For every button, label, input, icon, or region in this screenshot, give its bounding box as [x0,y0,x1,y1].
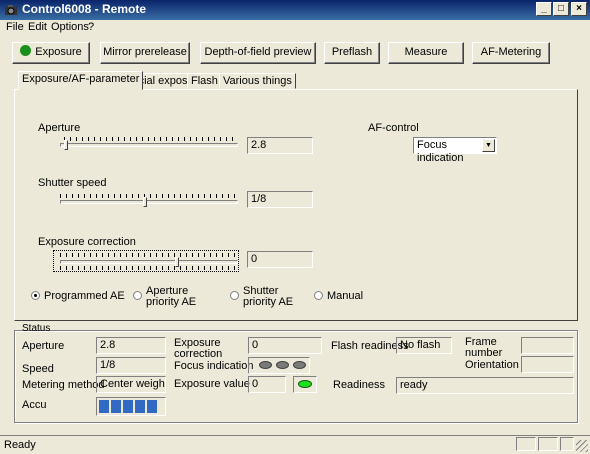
resize-grip[interactable] [576,440,588,452]
status-speed-value: 1/8 [96,357,166,374]
aperture-slider-thumb[interactable] [64,140,68,150]
accu-segment [111,400,121,413]
focus-led-icon [259,361,272,369]
aperture-value: 2.8 [247,137,313,154]
preflash-button[interactable]: Preflash [324,42,380,64]
status-readiness-value: ready [396,377,574,394]
exposure-ok-led-icon [298,380,312,388]
mode-manual-label: Manual [327,290,364,302]
close-button[interactable]: × [571,2,587,16]
status-exposure-correction-value: 0 [248,337,322,354]
menu-help[interactable]: ? [88,21,94,33]
status-metering-label: Metering method [22,379,105,391]
app-icon [5,5,17,15]
menu-file[interactable]: File [6,21,24,33]
menu-edit[interactable]: Edit [28,21,47,33]
mode-shutter-priority-radio[interactable] [230,291,239,300]
close-icon: × [576,3,582,14]
correction-ticks-bottom [60,266,238,270]
focus-led-icon [293,361,306,369]
status-group-label: Status [22,324,51,333]
shutter-slider-thumb[interactable] [143,197,147,207]
accu-segment [99,400,109,413]
exposure-correction-slider[interactable] [60,260,238,264]
status-aperture-value: 2.8 [96,337,166,354]
status-metering-value: Center weighted [96,376,166,393]
maximize-button[interactable]: □ [553,2,569,16]
chevron-down-icon[interactable]: ▼ [482,139,495,152]
status-orientation-value [521,356,574,373]
accu-segment [135,400,145,413]
accu-segment [147,400,157,413]
shutter-speed-value: 1/8 [247,191,313,208]
menu-options[interactable]: Options [51,21,89,33]
accu-meter [96,397,166,416]
exposure-led [293,376,317,393]
status-aperture-label: Aperture [22,340,65,352]
status-orientation-label: Orientation [465,359,519,371]
focus-indication-leds [248,357,310,374]
status-flash-readiness-value: No flash [396,337,452,354]
mode-shutter-priority-label: Shutter priority AE [243,285,294,308]
mode-aperture-priority-label: Aperture priority AE [146,285,197,308]
status-focus-indication-label: Focus indication [174,360,254,372]
aperture-slider[interactable] [60,143,238,147]
measure-button[interactable]: Measure [388,42,464,64]
status-exposure-value: 0 [248,376,286,393]
depth-of-field-button[interactable]: Depth-of-field preview [200,42,316,64]
status-frame-number-value [521,337,574,354]
mode-aperture-priority-radio[interactable] [133,291,142,300]
tab-various-things[interactable]: Various things [219,73,296,89]
window-title: Control6008 - Remote [22,2,147,16]
mode-manual-radio[interactable] [314,291,323,300]
shutter-ticks [60,194,238,198]
correction-ticks [60,253,238,257]
status-readiness-label: Readiness [333,379,385,391]
tab-flash[interactable]: Flash [187,73,222,89]
mode-programmed-radio[interactable] [31,291,40,300]
status-accu-label: Accu [22,399,47,411]
af-control-label: AF-control [368,122,419,134]
statusbar-text: Ready [4,439,36,451]
af-control-select[interactable]: Focus indication ▼ [413,137,497,164]
status-frame-number-label: Frame number [465,336,503,359]
mode-programmed-label: Programmed AE [44,290,125,302]
af-metering-button[interactable]: AF-Metering [472,42,550,64]
statusbar-panel [538,437,558,451]
status-speed-label: Speed [22,363,54,375]
minimize-icon: _ [541,3,547,14]
shutter-speed-label: Shutter speed [38,177,107,189]
statusbar-panel [516,437,536,451]
minimize-button[interactable]: _ [536,2,552,16]
status-exposure-correction-label: Exposure correction [174,337,223,360]
status-exposure-value-label: Exposure value [174,378,250,390]
maximize-icon: □ [557,3,565,14]
accu-segment [123,400,133,413]
focus-led-icon [276,361,289,369]
aperture-ticks [64,137,236,141]
exposure-status-icon [20,45,32,56]
shutter-speed-slider[interactable] [60,200,238,204]
exposure-button[interactable]: Exposure [12,42,90,64]
mirror-prerelease-button[interactable]: Mirror prerelease [100,42,190,64]
tab-exposure-af[interactable]: Exposure/AF-parameter [18,71,144,90]
aperture-label: Aperture [38,122,81,134]
exposure-correction-value: 0 [247,251,313,268]
exposure-correction-label: Exposure correction [38,236,136,248]
statusbar-panel [560,437,574,451]
statusbar-divider [0,435,590,436]
